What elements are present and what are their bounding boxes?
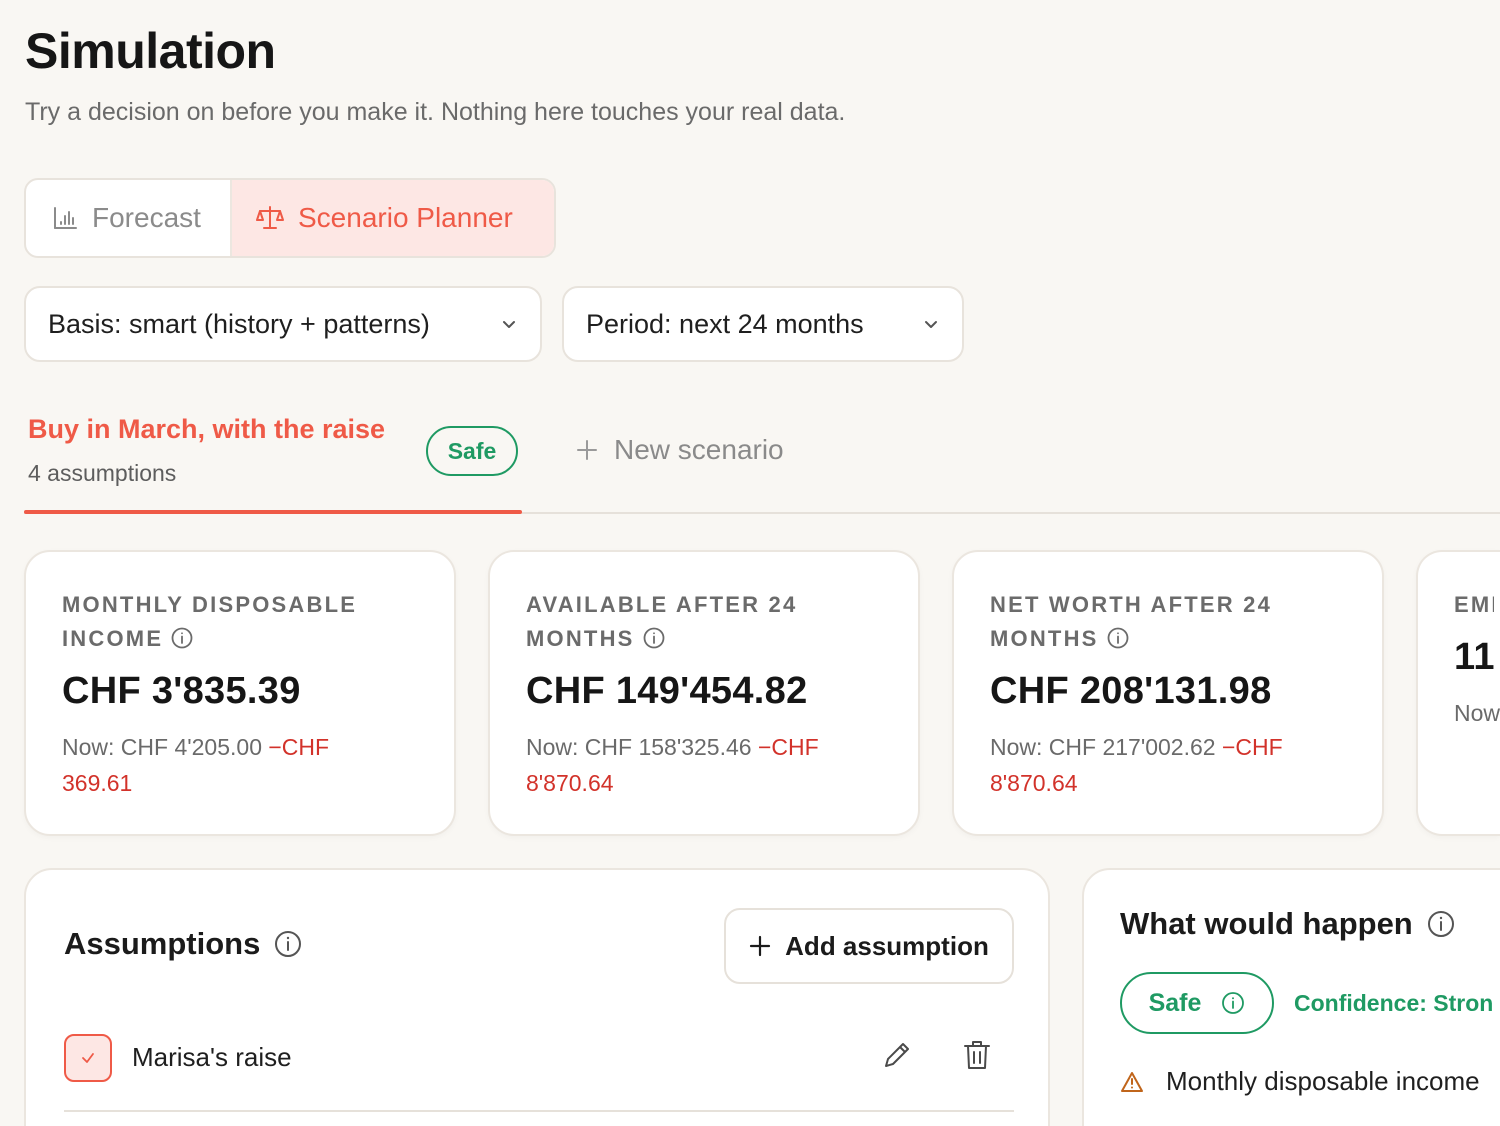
metric-label: EME LOW (1454, 592, 1494, 617)
metric-comparison: Now: CHF 4'205.00 −CHF 369.61 (62, 734, 330, 796)
outcome-panel: What would happen Safe Confidence: Stron… (1082, 868, 1500, 1126)
info-icon[interactable] (1107, 627, 1129, 649)
tab-forecast[interactable]: Forecast (26, 180, 232, 256)
metric-value: CHF 3'835.39 (62, 670, 301, 712)
assumptions-panel: Assumptions Add assumption Marisa's rais… (24, 868, 1050, 1126)
outcome-warning: Monthly disposable income (1120, 1066, 1480, 1097)
metric-card-disposable-income: Monthly disposable income CHF 3'835.39 N… (24, 550, 456, 836)
page-title: Simulation (25, 23, 276, 79)
metric-label: Net worth after 24 months (990, 592, 1273, 651)
metric-comparison: Now: CHF 158'325.46 −CHF 8'870.64 (526, 734, 819, 796)
assumptions-title: Assumptions (64, 926, 302, 962)
chevron-down-icon (925, 321, 937, 328)
simulation-page: Simulation Try a decision on before you … (0, 0, 1500, 1126)
plus-icon (577, 440, 597, 460)
new-scenario-label: New scenario (614, 434, 784, 465)
scenario-assumption-count: 4 assumptions (28, 460, 177, 486)
trash-icon[interactable] (962, 1038, 992, 1072)
scenario-tab-active[interactable]: Buy in March, with the raise 4 assumptio… (24, 400, 522, 514)
pencil-icon[interactable] (880, 1038, 914, 1072)
tab-scenario-planner[interactable]: Scenario Planner (232, 180, 554, 256)
period-select-value: Period: next 24 months (586, 308, 864, 339)
info-icon[interactable] (171, 627, 193, 649)
outcome-title: What would happen (1120, 906, 1455, 942)
confidence-label: Confidence: Stron (1294, 990, 1494, 1016)
list-item: Marisa's raise (64, 1016, 1014, 1112)
outcome-status-badge: Safe (1120, 972, 1274, 1034)
chevron-down-icon (503, 321, 515, 328)
basis-select-value: Basis: smart (history + patterns) (48, 308, 430, 339)
info-icon[interactable] (643, 627, 665, 649)
metric-card-emergency: EME LOW 11 Now (1416, 550, 1500, 836)
bar-chart-icon (54, 207, 77, 229)
add-assumption-button[interactable]: Add assumption (724, 908, 1014, 984)
warning-icon (1121, 1071, 1143, 1092)
new-scenario-button[interactable]: New scenario (576, 430, 784, 470)
metric-value: CHF 149'454.82 (526, 670, 808, 712)
plus-icon (750, 935, 771, 957)
assumption-label: Marisa's raise (132, 1042, 292, 1072)
basis-select[interactable]: Basis: smart (history + patterns) (24, 286, 542, 362)
info-icon[interactable] (274, 930, 302, 958)
metric-comparison: Now: CHF 217'002.62 −CHF 8'870.64 (990, 734, 1283, 796)
view-switch: Forecast Scenario Planner (24, 178, 556, 258)
scenario-name: Buy in March, with the raise (28, 414, 386, 444)
status-badge: Safe (426, 426, 518, 476)
scales-icon (256, 206, 284, 229)
active-tab-indicator (24, 510, 522, 514)
assumption-checkbox[interactable] (64, 1034, 112, 1082)
period-select[interactable]: Period: next 24 months (562, 286, 964, 362)
add-assumption-label: Add assumption (785, 930, 989, 961)
metric-card-available-after: Available after 24 months CHF 149'454.82… (488, 550, 920, 836)
check-icon (82, 1053, 94, 1063)
metric-comparison: Now (1454, 700, 1500, 726)
tab-forecast-label: Forecast (92, 202, 201, 233)
page-subtitle: Try a decision on before you make it. No… (25, 98, 846, 126)
metric-value: CHF 208'131.98 (990, 670, 1272, 712)
metric-card-net-worth: Net worth after 24 months CHF 208'131.98… (952, 550, 1384, 836)
metric-value: 11 (1454, 636, 1495, 678)
info-icon[interactable] (1221, 991, 1245, 1015)
metric-label: Available after 24 months (526, 592, 798, 651)
metric-label: Monthly disposable income (62, 592, 358, 651)
info-icon[interactable] (1427, 910, 1455, 938)
tab-scenario-planner-label: Scenario Planner (298, 202, 513, 233)
